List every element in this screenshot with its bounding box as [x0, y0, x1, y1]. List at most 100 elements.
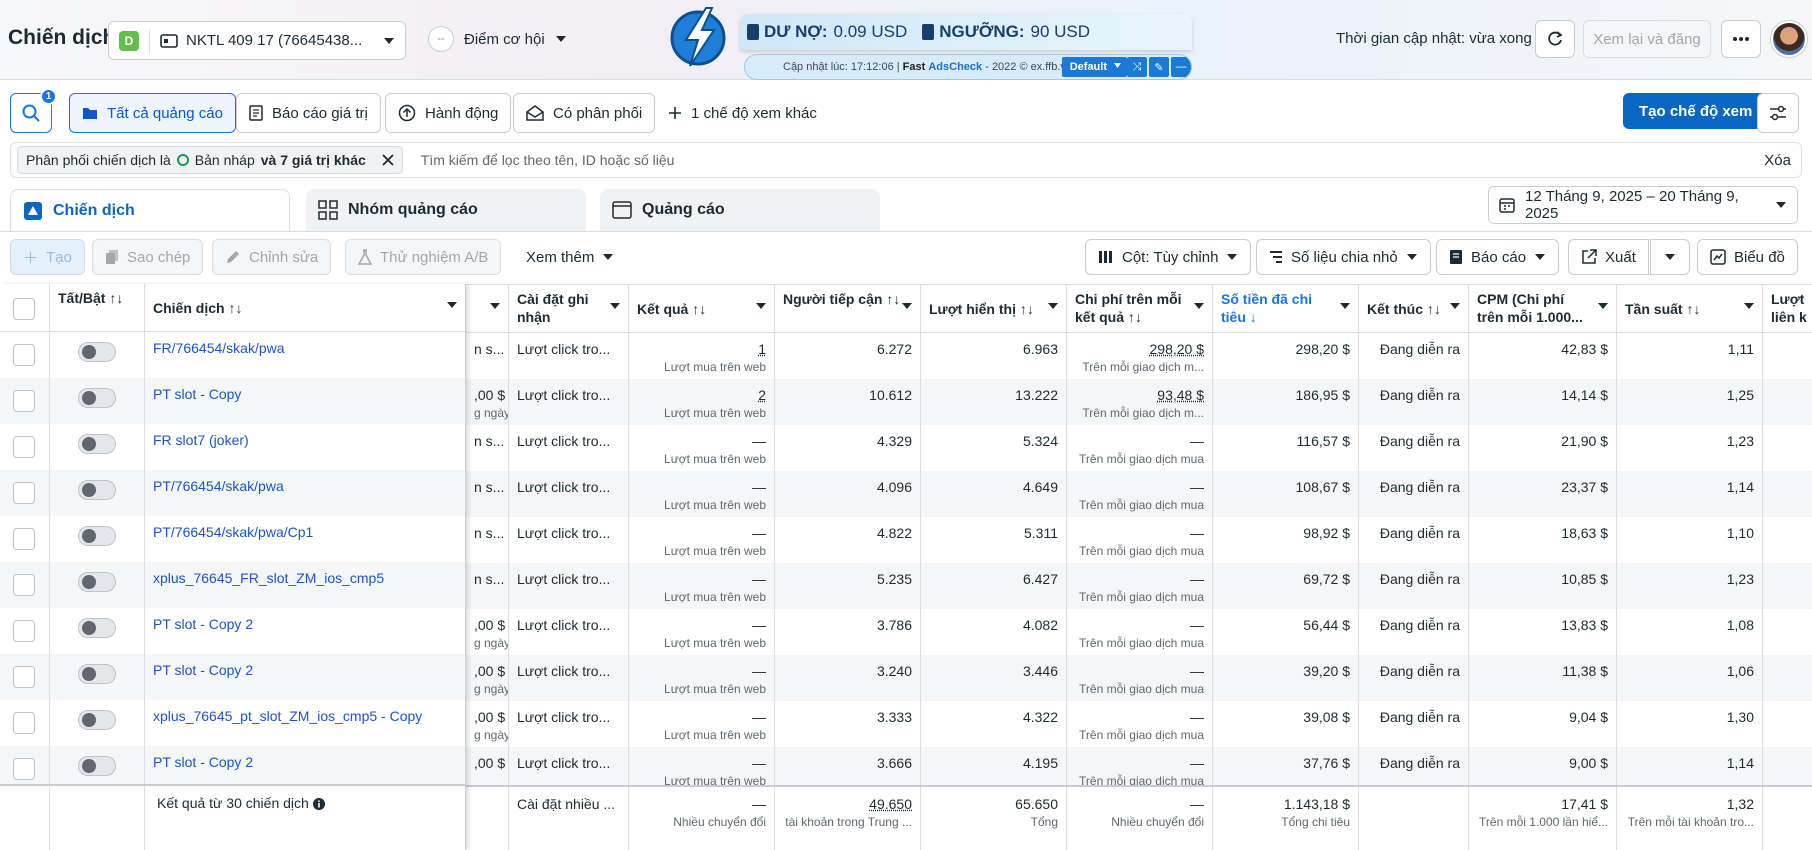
cell-impressions: 4.082 [921, 609, 1067, 655]
export-button[interactable]: Xuất [1568, 239, 1649, 275]
charts-button[interactable]: Biểu đồ [1697, 239, 1798, 275]
col-results[interactable]: Kết quả ↑↓ [629, 285, 775, 333]
cell-ends: Đang diễn ra [1359, 333, 1469, 379]
chevron-down-icon [610, 303, 620, 309]
col-reach[interactable]: Người tiếp cận ↑↓ [775, 285, 921, 333]
duplicate-button[interactable]: Sao chép [92, 239, 204, 275]
cell-cpm-value: 14,14 $ [1561, 387, 1608, 403]
cell-cpm-value: 13,83 $ [1561, 617, 1608, 633]
cell-cpr: — Trên mỗi giao dịch mua [1067, 563, 1213, 609]
export-menu-button[interactable] [1650, 239, 1690, 275]
cell-impressions: 4.649 [921, 471, 1067, 517]
edit-icon[interactable]: ✎ [1149, 57, 1169, 77]
filter-search-input[interactable]: Tìm kiếm để lọc theo tên, ID hoặc số liệ… [421, 152, 1765, 168]
tab-ads[interactable]: Quảng cáo [600, 189, 880, 231]
close-icon[interactable] [382, 154, 394, 166]
cell-ends-value: Đang diễn ra [1379, 571, 1460, 587]
cell-reach-value: 4.822 [876, 525, 912, 541]
columns-icon [1098, 250, 1114, 264]
opportunity-score-value: -- [428, 26, 454, 52]
search-button[interactable]: 1 [10, 88, 57, 133]
cell-ends: Đang diễn ra [1359, 379, 1469, 425]
cell-budget: n s... [466, 425, 509, 471]
cell-link [1763, 333, 1812, 379]
filter-chip-suffix: và 7 giá trị khác [260, 152, 366, 168]
col-ends[interactable]: Kết thúc ↑↓ [1359, 285, 1469, 333]
cell-impressions-value: 3.446 [1022, 663, 1058, 679]
cell-link [1763, 379, 1812, 425]
cell-ends-value: Đang diễn ra [1379, 709, 1460, 725]
cell-reach-value: 6.272 [876, 341, 912, 357]
table-row[interactable]: n s... Lượt click tro... — Lượt mua trên we… [0, 517, 1812, 563]
cell-ends: Đang diễn ra [1359, 655, 1469, 701]
cell-result-value: — [752, 571, 766, 587]
cell-attribution-value: Lượt click tro... [517, 755, 611, 771]
filter-chip[interactable]: Phân phối chiến dịch là Bản nháp và 7 gi… [17, 146, 403, 174]
minimize-icon[interactable]: — [1171, 57, 1191, 77]
col-cpm[interactable]: CPM (Chi phí trên mỗi 1.000... [1469, 285, 1617, 333]
filter-bar[interactable]: Phân phối chiến dịch là Bản nháp và 7 gi… [10, 142, 1802, 178]
col-frequency[interactable]: Tần suất ↑↓ [1617, 285, 1763, 333]
actions-button[interactable]: Hành động [385, 93, 512, 133]
cell-cpm-value: 21,90 $ [1561, 433, 1608, 449]
more-views-button[interactable]: 1 chế độ xem khác [656, 93, 829, 133]
col-impressions[interactable]: Lượt hiển thị ↑↓ [921, 285, 1067, 333]
create-button[interactable]: ＋ Tạo [10, 239, 85, 275]
cell-budget: ,00 $ g ngày [466, 701, 509, 747]
date-range-picker[interactable]: 12 Tháng 9, 2025 – 20 Tháng 9, 2025 [1488, 186, 1798, 224]
account-selector[interactable]: D NKTL 409 17 (76645438... [108, 21, 406, 60]
cell-cpr-value: — [1190, 433, 1204, 449]
tab-campaigns[interactable]: Chiến dịch [10, 189, 290, 231]
cell-result-value: — [752, 433, 766, 449]
date-range-value: 12 Tháng 9, 2025 – 20 Tháng 9, 2025 [1525, 188, 1739, 222]
table-row[interactable]: ,00 $ g ngày Lượt click tro... — Lượt mua tr… [0, 609, 1812, 655]
table-row[interactable]: n s... Lượt click tro... — Lượt mua trên we… [0, 563, 1812, 609]
table-row[interactable]: ,00 $ g ngày Lượt click tro... — Lượt mua tr… [0, 655, 1812, 701]
cell-reach-value: 5.235 [876, 571, 912, 587]
opportunity-score[interactable]: -- Điểm cơ hội [428, 26, 567, 52]
review-publish-button[interactable]: Xem lại và đăng [1583, 20, 1711, 58]
all-ads-label: Tất cả quảng cáo [107, 104, 223, 122]
value-report-button[interactable]: Báo cáo giá trị [236, 93, 381, 133]
col-link-clicks[interactable]: Lượt liên k [1763, 285, 1812, 333]
table-row[interactable]: n s... Lượt click tro... 1 Lượt mua trên we… [0, 333, 1812, 379]
clear-filters-button[interactable]: Xóa [1764, 152, 1791, 169]
debt-label: DƯ NỢ: [764, 22, 828, 41]
cell-cpm-value: 9,00 $ [1569, 755, 1608, 771]
cell-freq: 1,14 [1617, 471, 1763, 517]
col-cost-per-result[interactable]: Chi phí trên mỗi kết quả ↑↓ [1067, 285, 1213, 333]
plus-icon [668, 106, 682, 120]
col-budget[interactable] [466, 285, 509, 333]
col-attribution[interactable]: Cài đặt ghi nhận [509, 285, 629, 333]
delivery-button[interactable]: Có phân phối [513, 93, 656, 133]
edit-button[interactable]: Chỉnh sửa [212, 239, 332, 275]
tab-adsets[interactable]: Nhóm quảng cáo [306, 189, 586, 231]
cell-cpr: — Trên mỗi giao dịch mua [1067, 471, 1213, 517]
col-attribution-label: Cài đặt ghi nhận [517, 291, 589, 325]
all-ads-button[interactable]: Tất cả quảng cáo [69, 93, 236, 133]
column-settings-button[interactable] [1757, 93, 1799, 133]
preset-select[interactable]: Default [1061, 57, 1127, 77]
avatar[interactable] [1771, 21, 1807, 57]
cell-result-value: 1 [758, 341, 766, 357]
table-row[interactable]: ,00 $ g ngày Lượt click tro... 2 Lượt mua tr… [0, 379, 1812, 425]
table-row[interactable]: n s... Lượt click tro... — Lượt mua trên we… [0, 471, 1812, 517]
cell-cpr-value: — [1190, 571, 1204, 587]
columns-button[interactable]: Cột: Tùy chỉnh [1085, 239, 1252, 275]
see-more-button[interactable]: Xem thêm [514, 239, 626, 275]
create-view-button[interactable]: Tạo chế độ xem [1623, 93, 1769, 129]
refresh-button[interactable] [1535, 20, 1575, 58]
cell-budget-value: ,00 $ [474, 755, 506, 771]
cell-spent-value: 108,67 $ [1295, 479, 1351, 495]
reports-button[interactable]: Báo cáo [1436, 239, 1560, 275]
more-options-button[interactable] [1721, 20, 1761, 58]
shuffle-icon[interactable]: ⤨ [1127, 57, 1147, 77]
col-spent-label: Số tiền đã chi tiêu ↓ [1221, 291, 1313, 325]
breakdown-button[interactable]: Số liệu chia nhỏ [1256, 239, 1431, 275]
update-time: Thời gian cập nhật: vừa xong [1336, 30, 1532, 47]
table-row[interactable]: n s... Lượt click tro... — Lượt mua trên we… [0, 425, 1812, 471]
ab-test-button[interactable]: Thử nghiệm A/B [345, 239, 502, 275]
col-amount-spent[interactable]: Số tiền đã chi tiêu ↓ [1213, 285, 1359, 333]
table-row[interactable]: ,00 $ g ngày Lượt click tro... — Lượt mua tr… [0, 701, 1812, 747]
chevron-down-icon [902, 303, 912, 309]
